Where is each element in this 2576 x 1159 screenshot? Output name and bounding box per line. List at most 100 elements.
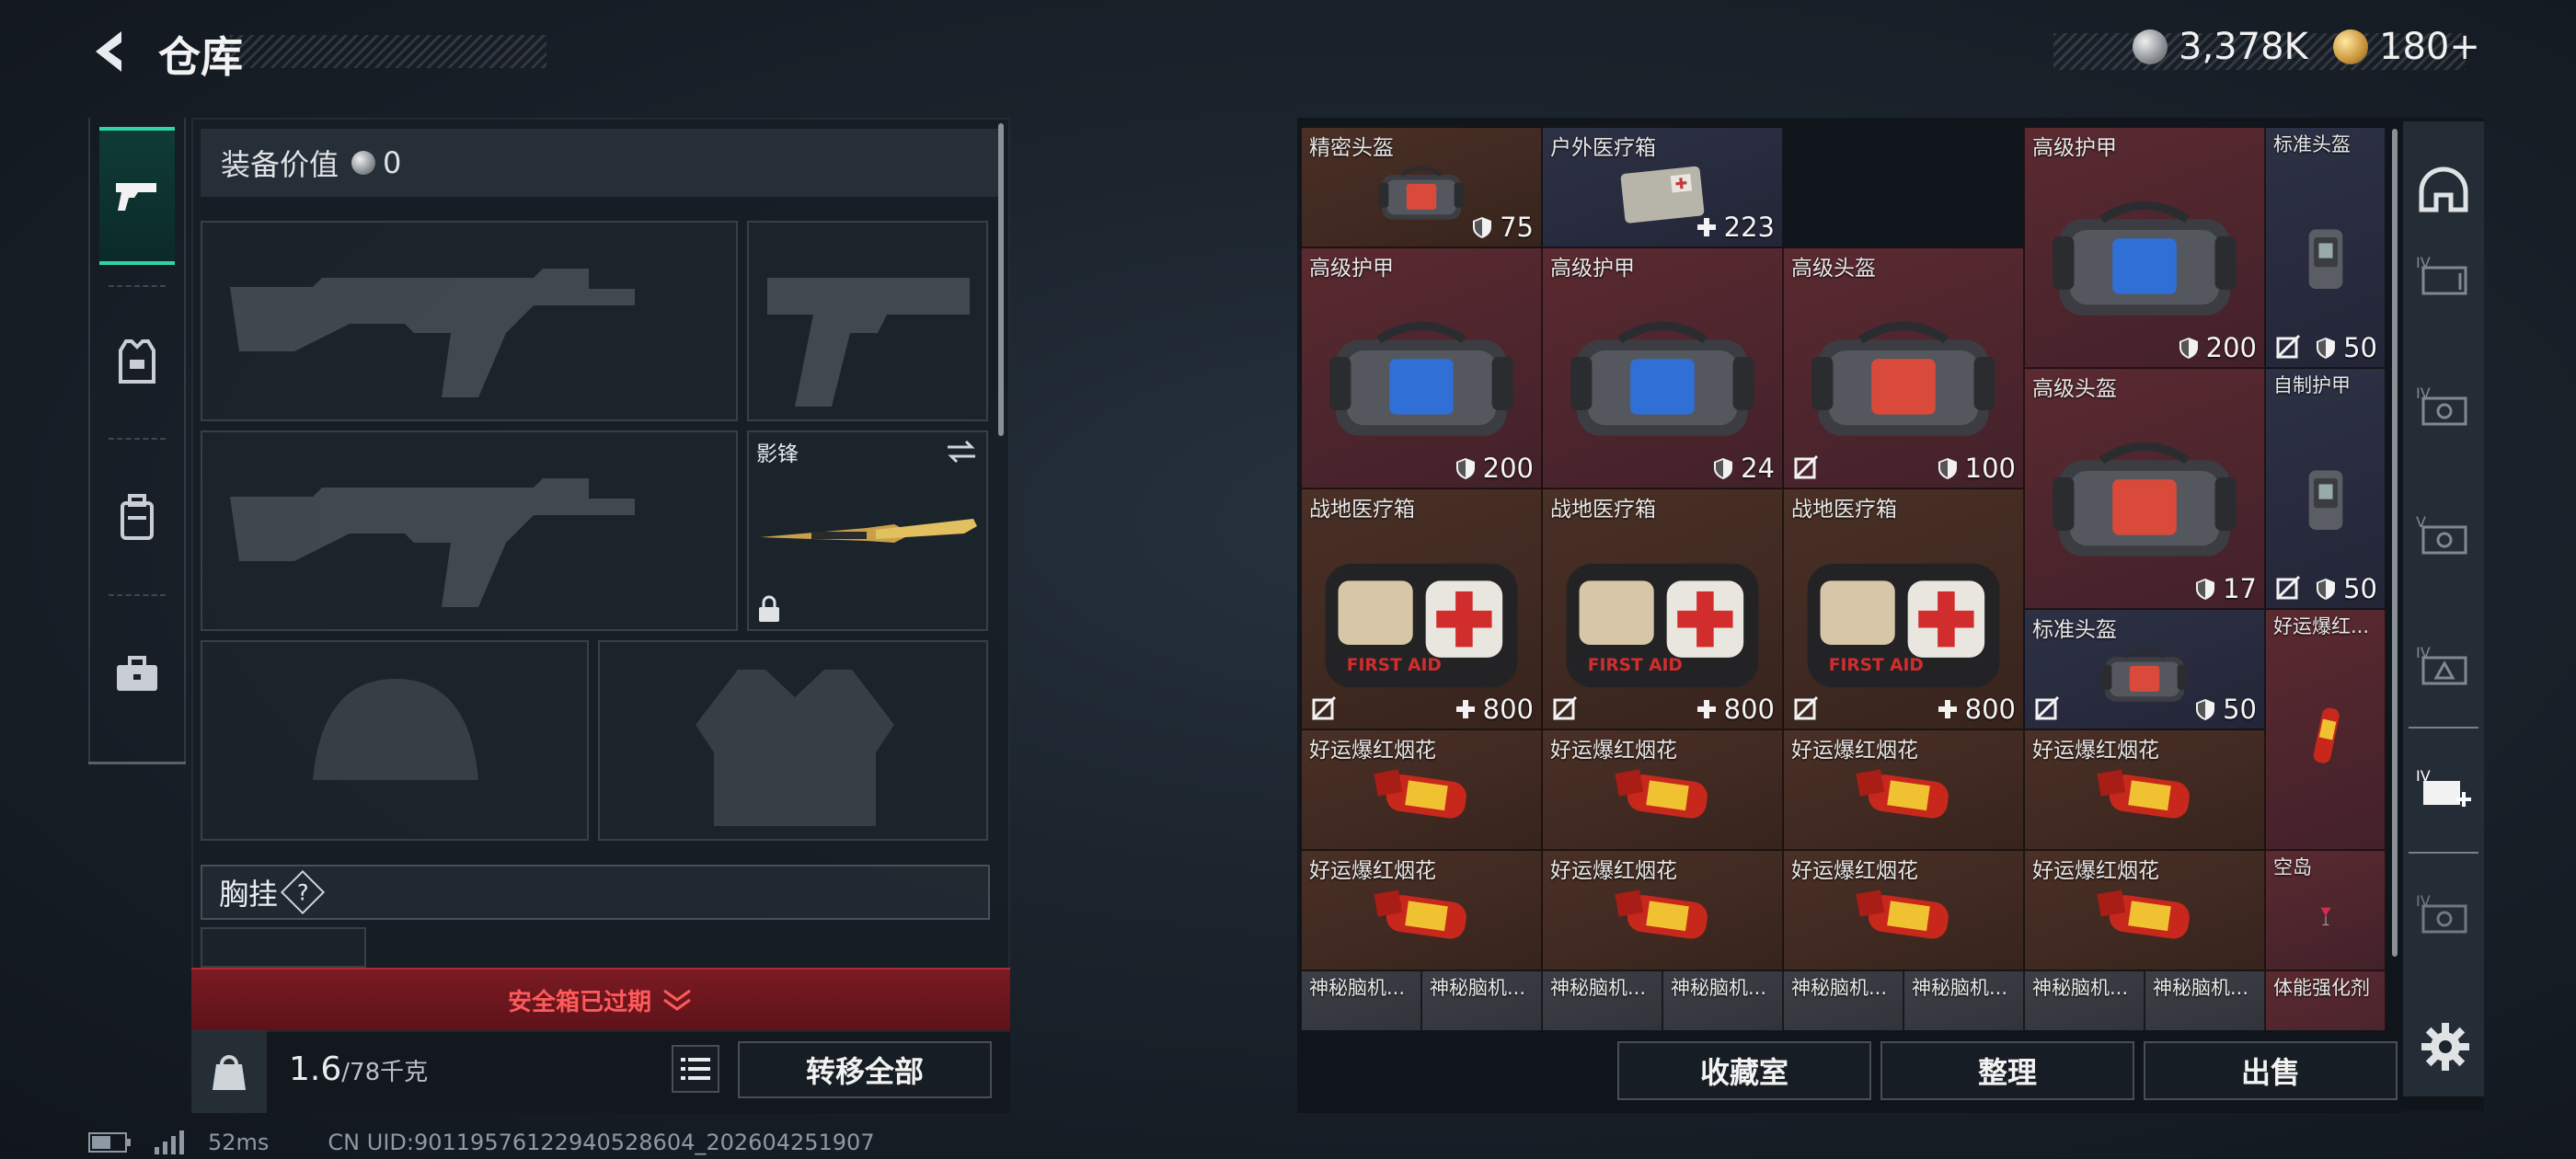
storage-item[interactable]: FIRST AID 战地医疗箱 800 <box>1542 488 1783 729</box>
tab-armor[interactable] <box>99 294 175 432</box>
lock-icon <box>759 595 779 622</box>
storage-item[interactable]: 神秘脑机... <box>2145 970 2265 1030</box>
sell-button[interactable]: 出售 <box>2144 1041 2398 1100</box>
storage-item[interactable]: 高级头盔 100 <box>1783 247 2024 488</box>
storage-item[interactable]: 好运爆红烟花 <box>1783 729 2024 850</box>
storage-iv-2-button[interactable]: IV <box>2410 372 2477 438</box>
loadout-scrollbar[interactable] <box>998 123 1004 436</box>
storage-item[interactable]: 好运爆红烟花 <box>2024 850 2265 970</box>
storage-item[interactable]: 体能强化剂 <box>2265 970 2386 1030</box>
primary-weapon-slot[interactable] <box>201 221 738 421</box>
no-repair-icon <box>1311 695 1337 721</box>
silver-coin-icon <box>2133 29 2168 64</box>
storage-item[interactable]: FIRST AID 战地医疗箱 800 <box>1301 488 1542 729</box>
item-name: 标准头盔 <box>2273 133 2351 155</box>
equipment-value: 0 <box>383 145 402 180</box>
svg-text:FIRST AID: FIRST AID <box>1829 656 1924 675</box>
item-name: 神秘脑机... <box>1430 977 1526 999</box>
body-armor-slot[interactable] <box>598 640 988 841</box>
storage-item[interactable]: 高级护甲 200 <box>2024 127 2265 368</box>
equipment-value-label: 装备价值 <box>221 147 339 182</box>
storage-item[interactable]: 空岛 <box>2265 850 2386 970</box>
organize-button[interactable]: 整理 <box>1880 1041 2134 1100</box>
storage-item[interactable]: 神秘脑机... <box>1421 970 1542 1030</box>
weight-max: /78千克 <box>341 1059 429 1086</box>
item-value: 200 <box>2177 332 2257 363</box>
firecracker-icon <box>2097 889 2190 939</box>
pistol-slot[interactable] <box>747 221 988 421</box>
storage-item[interactable]: 神秘脑机... <box>1542 970 1662 1030</box>
brain-chip-icon <box>1946 1023 1983 1030</box>
storage-item[interactable]: 神秘脑机... <box>1903 970 2024 1030</box>
storage-item[interactable]: 神秘脑机... <box>1783 970 1903 1030</box>
help-icon[interactable]: ? <box>280 869 326 915</box>
tab-backpack[interactable] <box>99 449 175 587</box>
storage-item[interactable]: 好运爆红烟花 <box>1542 850 1783 970</box>
melee-slot[interactable]: 影锋 <box>747 430 988 631</box>
collection-button[interactable]: 收藏室 <box>1617 1041 1871 1100</box>
firecracker-icon <box>1615 769 1708 819</box>
item-name: 好运爆红... <box>2273 615 2370 637</box>
storage-item[interactable]: 神秘脑机... <box>1662 970 1783 1030</box>
brain-chip-icon <box>1825 1023 1862 1030</box>
storage-item[interactable]: 好运爆红烟花 <box>1301 729 1542 850</box>
storage-item[interactable]: 精密头盔 75 <box>1301 127 1542 247</box>
chevron-down-icon <box>663 989 691 1011</box>
item-value: 50 <box>2314 332 2377 363</box>
storage-item[interactable]: 神秘脑机... <box>2024 970 2145 1030</box>
storage-item[interactable]: 神秘脑机... <box>1301 970 1421 1030</box>
item-name: 战地医疗箱 <box>1309 498 1415 522</box>
storage-item[interactable]: 户外医疗箱 223 <box>1542 127 1783 247</box>
tab-case[interactable] <box>99 605 175 743</box>
storage-item[interactable]: 标准头盔 50 <box>2265 127 2386 368</box>
storage-item[interactable]: 好运爆红烟花 <box>1542 729 1783 850</box>
storage-iv-1-icon: IV <box>2416 254 2467 295</box>
storage-item[interactable]: 好运爆红烟花 <box>1301 850 1542 970</box>
storage-item[interactable]: 好运爆红... <box>2265 609 2386 850</box>
briefcase-icon <box>117 656 157 691</box>
storage-iv-3-button[interactable]: IV <box>2410 631 2477 697</box>
swap-icon[interactable] <box>944 438 979 465</box>
weight-current: 1.6 <box>289 1050 342 1088</box>
gold-currency[interactable]: 180+ <box>2333 26 2480 68</box>
tab-weapons[interactable] <box>99 127 175 265</box>
signal-icon <box>155 1130 184 1154</box>
item-name: 神秘脑机... <box>2032 977 2129 999</box>
storage-item[interactable]: 标准头盔 50 <box>2024 609 2265 729</box>
safebox-expired-bar[interactable]: 安全箱已过期 <box>191 968 1010 1030</box>
back-arrow-icon[interactable] <box>85 26 136 77</box>
storage-item[interactable]: 高级护甲 200 <box>1301 247 1542 488</box>
storage-item[interactable]: 好运爆红烟花 <box>1783 850 2024 970</box>
silver-currency[interactable]: 3,378K <box>2133 26 2308 68</box>
title-decoration <box>230 35 546 68</box>
storage-v-button[interactable]: V <box>2410 500 2477 567</box>
tab-rail-end <box>88 762 186 764</box>
backpack-item-icon <box>2308 229 2342 290</box>
storage-iv-1-button[interactable]: IV <box>2410 241 2477 307</box>
settings-button[interactable] <box>2420 1021 2471 1073</box>
storage-item[interactable]: 高级头盔 17 <box>2024 368 2265 609</box>
chest-rig-slot[interactable] <box>201 927 366 968</box>
tab-divider <box>109 285 166 287</box>
storage-item[interactable]: 高级护甲 24 <box>1542 247 1783 488</box>
item-name: 好运爆红烟花 <box>2032 739 2159 763</box>
helmet-slot[interactable] <box>201 640 589 841</box>
rifle-silhouette-icon <box>230 269 635 397</box>
storage-item[interactable]: FIRST AID 战地医疗箱 800 <box>1783 488 2024 729</box>
item-value: 200 <box>1454 453 1534 484</box>
item-name: 标准头盔 <box>2032 618 2117 642</box>
helmet-category-button[interactable] <box>2410 156 2477 223</box>
transfer-all-button[interactable]: 转移全部 <box>738 1041 992 1098</box>
helmet-silhouette-icon <box>313 679 478 780</box>
storage-item[interactable]: 自制护甲 50 <box>2265 368 2386 609</box>
list-icon <box>681 1058 710 1080</box>
storage-item[interactable]: 好运爆红烟花 <box>2024 729 2265 850</box>
helmet-bag-icon <box>2053 442 2237 557</box>
item-value-number: 800 <box>1482 694 1534 725</box>
storage-scrollbar[interactable] <box>2392 129 2398 957</box>
list-view-button[interactable] <box>672 1045 719 1093</box>
first-aid-kit-icon: FIRST AID <box>1807 564 2000 688</box>
storage-iv-add-button[interactable]: IV <box>2410 754 2477 820</box>
secondary-weapon-slot[interactable] <box>201 430 738 631</box>
storage-iv-4-button[interactable]: IV <box>2410 879 2477 946</box>
